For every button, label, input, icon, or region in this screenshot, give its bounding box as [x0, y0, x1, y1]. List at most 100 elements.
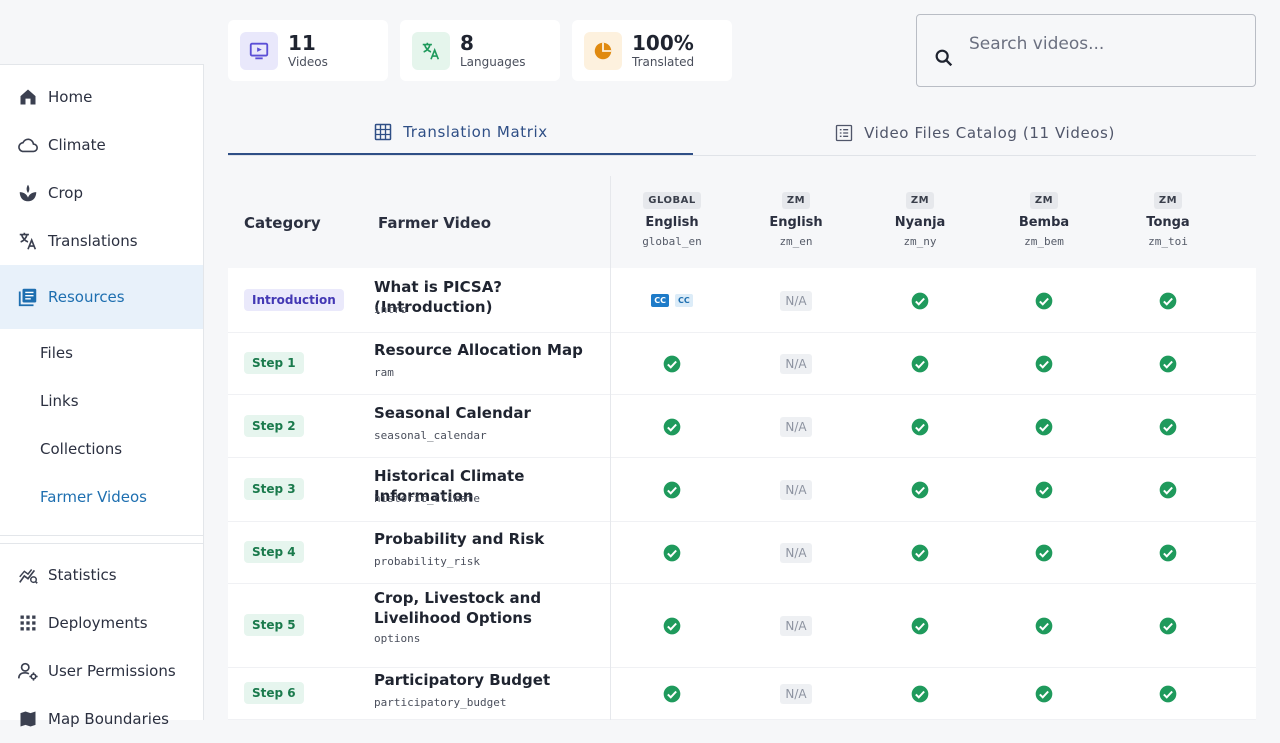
- status-available-icon[interactable]: [870, 478, 970, 502]
- sidebar-item-translations[interactable]: Translations: [0, 217, 203, 265]
- status-available-icon[interactable]: [622, 415, 722, 439]
- language-scope-badge: ZM: [1029, 192, 1059, 209]
- status-available-icon[interactable]: [870, 541, 970, 565]
- sidebar-item-label: Statistics: [48, 566, 117, 584]
- table-row[interactable]: Step 6 Participatory Budget participatory_…: [228, 668, 1256, 720]
- status-available-icon[interactable]: [1118, 682, 1218, 706]
- video-title: Crop, Livestock and Livelihood Options: [374, 589, 542, 627]
- sidebar-subitem-farmer-videos[interactable]: Farmer Videos: [0, 473, 203, 521]
- sidebar-item-label: Home: [48, 88, 93, 106]
- category-badge: Introduction: [244, 288, 344, 311]
- search-icon: [933, 47, 955, 69]
- search-input[interactable]: [969, 33, 1249, 54]
- sidebar-item-statistics[interactable]: Statistics: [0, 551, 203, 599]
- tab-video-files-catalog[interactable]: Video Files Catalog (11 Videos): [693, 110, 1256, 155]
- status-available-icon[interactable]: [994, 415, 1094, 439]
- status-available-icon[interactable]: [994, 352, 1094, 376]
- tab-translation-matrix[interactable]: Translation Matrix: [228, 110, 693, 155]
- language-scope-badge: ZM: [1153, 192, 1183, 209]
- language-column-header: GLOBAL English global_en: [622, 188, 722, 248]
- tab-bar: Translation Matrix Video Files Catalog (…: [228, 110, 1256, 156]
- sidebar-item-user-permissions[interactable]: User Permissions: [0, 647, 203, 695]
- language-scope-badge: ZM: [905, 192, 935, 209]
- sidebar-item-resources[interactable]: Resources: [0, 265, 203, 329]
- language-code: global_en: [642, 235, 702, 248]
- status-available-icon[interactable]: [1118, 614, 1218, 638]
- table-row[interactable]: Step 1 Resource Allocation Map ram N/A: [228, 333, 1256, 395]
- table-header: Category Farmer Video: [228, 176, 1256, 268]
- status-na: N/A: [746, 415, 846, 439]
- language-column-header: ZM Tonga zm_toi: [1118, 188, 1218, 248]
- list-icon: [834, 123, 854, 143]
- language-column-header: ZM Bemba zm_bem: [994, 188, 1094, 248]
- video-icon: [240, 31, 278, 70]
- na-badge: N/A: [780, 290, 812, 311]
- stat-label: Translated: [632, 54, 695, 69]
- language-column-header: ZM Nyanja zm_ny: [870, 188, 970, 248]
- cloud-icon: [16, 133, 40, 157]
- sidebar-subitem-files[interactable]: Files: [0, 329, 203, 377]
- na-badge: N/A: [780, 543, 812, 563]
- status-available-icon[interactable]: [1118, 541, 1218, 565]
- stat-card-languages: 8 Languages: [400, 20, 560, 81]
- na-badge: N/A: [780, 416, 812, 437]
- sidebar-divider: [0, 543, 203, 544]
- language-code: zm_bem: [1024, 235, 1064, 248]
- status-available-icon[interactable]: [622, 478, 722, 502]
- table-row[interactable]: Step 3 Historical Climate Information hist…: [228, 458, 1256, 522]
- category-badge: Step 1: [244, 352, 304, 374]
- captions-icon[interactable]: CC: [651, 294, 669, 307]
- sidebar-item-label: Deployments: [48, 614, 148, 632]
- captions-icon[interactable]: CC: [675, 294, 693, 307]
- status-available-icon[interactable]: [994, 614, 1094, 638]
- status-available-icon[interactable]: [1118, 289, 1218, 313]
- sidebar-item-map-boundaries[interactable]: Map Boundaries: [0, 695, 203, 743]
- status-available-icon[interactable]: [994, 289, 1094, 313]
- table-row[interactable]: Step 4 Probability and Risk probability_ri…: [228, 522, 1256, 584]
- sidebar-subitem-collections[interactable]: Collections: [0, 425, 203, 473]
- status-available-icon[interactable]: [870, 289, 970, 313]
- search-box[interactable]: [916, 14, 1256, 87]
- language-name: Nyanja: [894, 215, 946, 230]
- status-available-icon[interactable]: [622, 614, 722, 638]
- status-available-icon[interactable]: [994, 682, 1094, 706]
- table-row[interactable]: Step 5 Crop, Livestock and Livelihood Opt…: [228, 584, 1256, 668]
- status-available-icon[interactable]: [870, 614, 970, 638]
- sidebar-item-deployments[interactable]: Deployments: [0, 599, 203, 647]
- status-available-icon[interactable]: [870, 415, 970, 439]
- language-name: English: [769, 215, 823, 230]
- status-available-icon[interactable]: [1118, 478, 1218, 502]
- chart-icon: [16, 563, 40, 587]
- sprout-icon: [16, 181, 40, 205]
- sidebar-subitem-links[interactable]: Links: [0, 377, 203, 425]
- language-code: zm_toi: [1148, 235, 1188, 248]
- sidebar-item-home[interactable]: Home: [0, 73, 203, 121]
- table-row[interactable]: Step 2 Seasonal Calendar seasonal_calendar…: [228, 395, 1256, 458]
- na-badge: N/A: [780, 354, 812, 374]
- status-available-icon[interactable]: [1118, 415, 1218, 439]
- category-badge: Step 4: [244, 541, 304, 563]
- status-available-icon[interactable]: [994, 541, 1094, 565]
- video-code: intro: [374, 302, 408, 316]
- status-available-icon[interactable]: [1118, 352, 1218, 376]
- na-badge: N/A: [780, 616, 812, 636]
- category-badge: Step 3: [244, 478, 304, 500]
- subtitle-status[interactable]: CC CC: [622, 289, 722, 313]
- status-available-icon[interactable]: [622, 682, 722, 706]
- status-available-icon[interactable]: [870, 352, 970, 376]
- sidebar-item-climate[interactable]: Climate: [0, 121, 203, 169]
- sidebar-item-label: Climate: [48, 136, 106, 154]
- table-row[interactable]: Introduction What is PICSA? (Introduction…: [228, 268, 1256, 333]
- column-header-video: Farmer Video: [378, 214, 492, 232]
- status-available-icon[interactable]: [622, 352, 722, 376]
- status-available-icon[interactable]: [622, 541, 722, 565]
- category-badge: Step 2: [244, 414, 304, 437]
- sidebar-item-crop[interactable]: Crop: [0, 169, 203, 217]
- status-available-icon[interactable]: [870, 682, 970, 706]
- language-code: zm_ny: [903, 235, 937, 248]
- status-available-icon[interactable]: [994, 478, 1094, 502]
- video-code: options: [374, 632, 421, 645]
- video-title: Participatory Budget: [374, 671, 551, 689]
- library-icon: [16, 285, 40, 309]
- status-na: N/A: [746, 682, 846, 706]
